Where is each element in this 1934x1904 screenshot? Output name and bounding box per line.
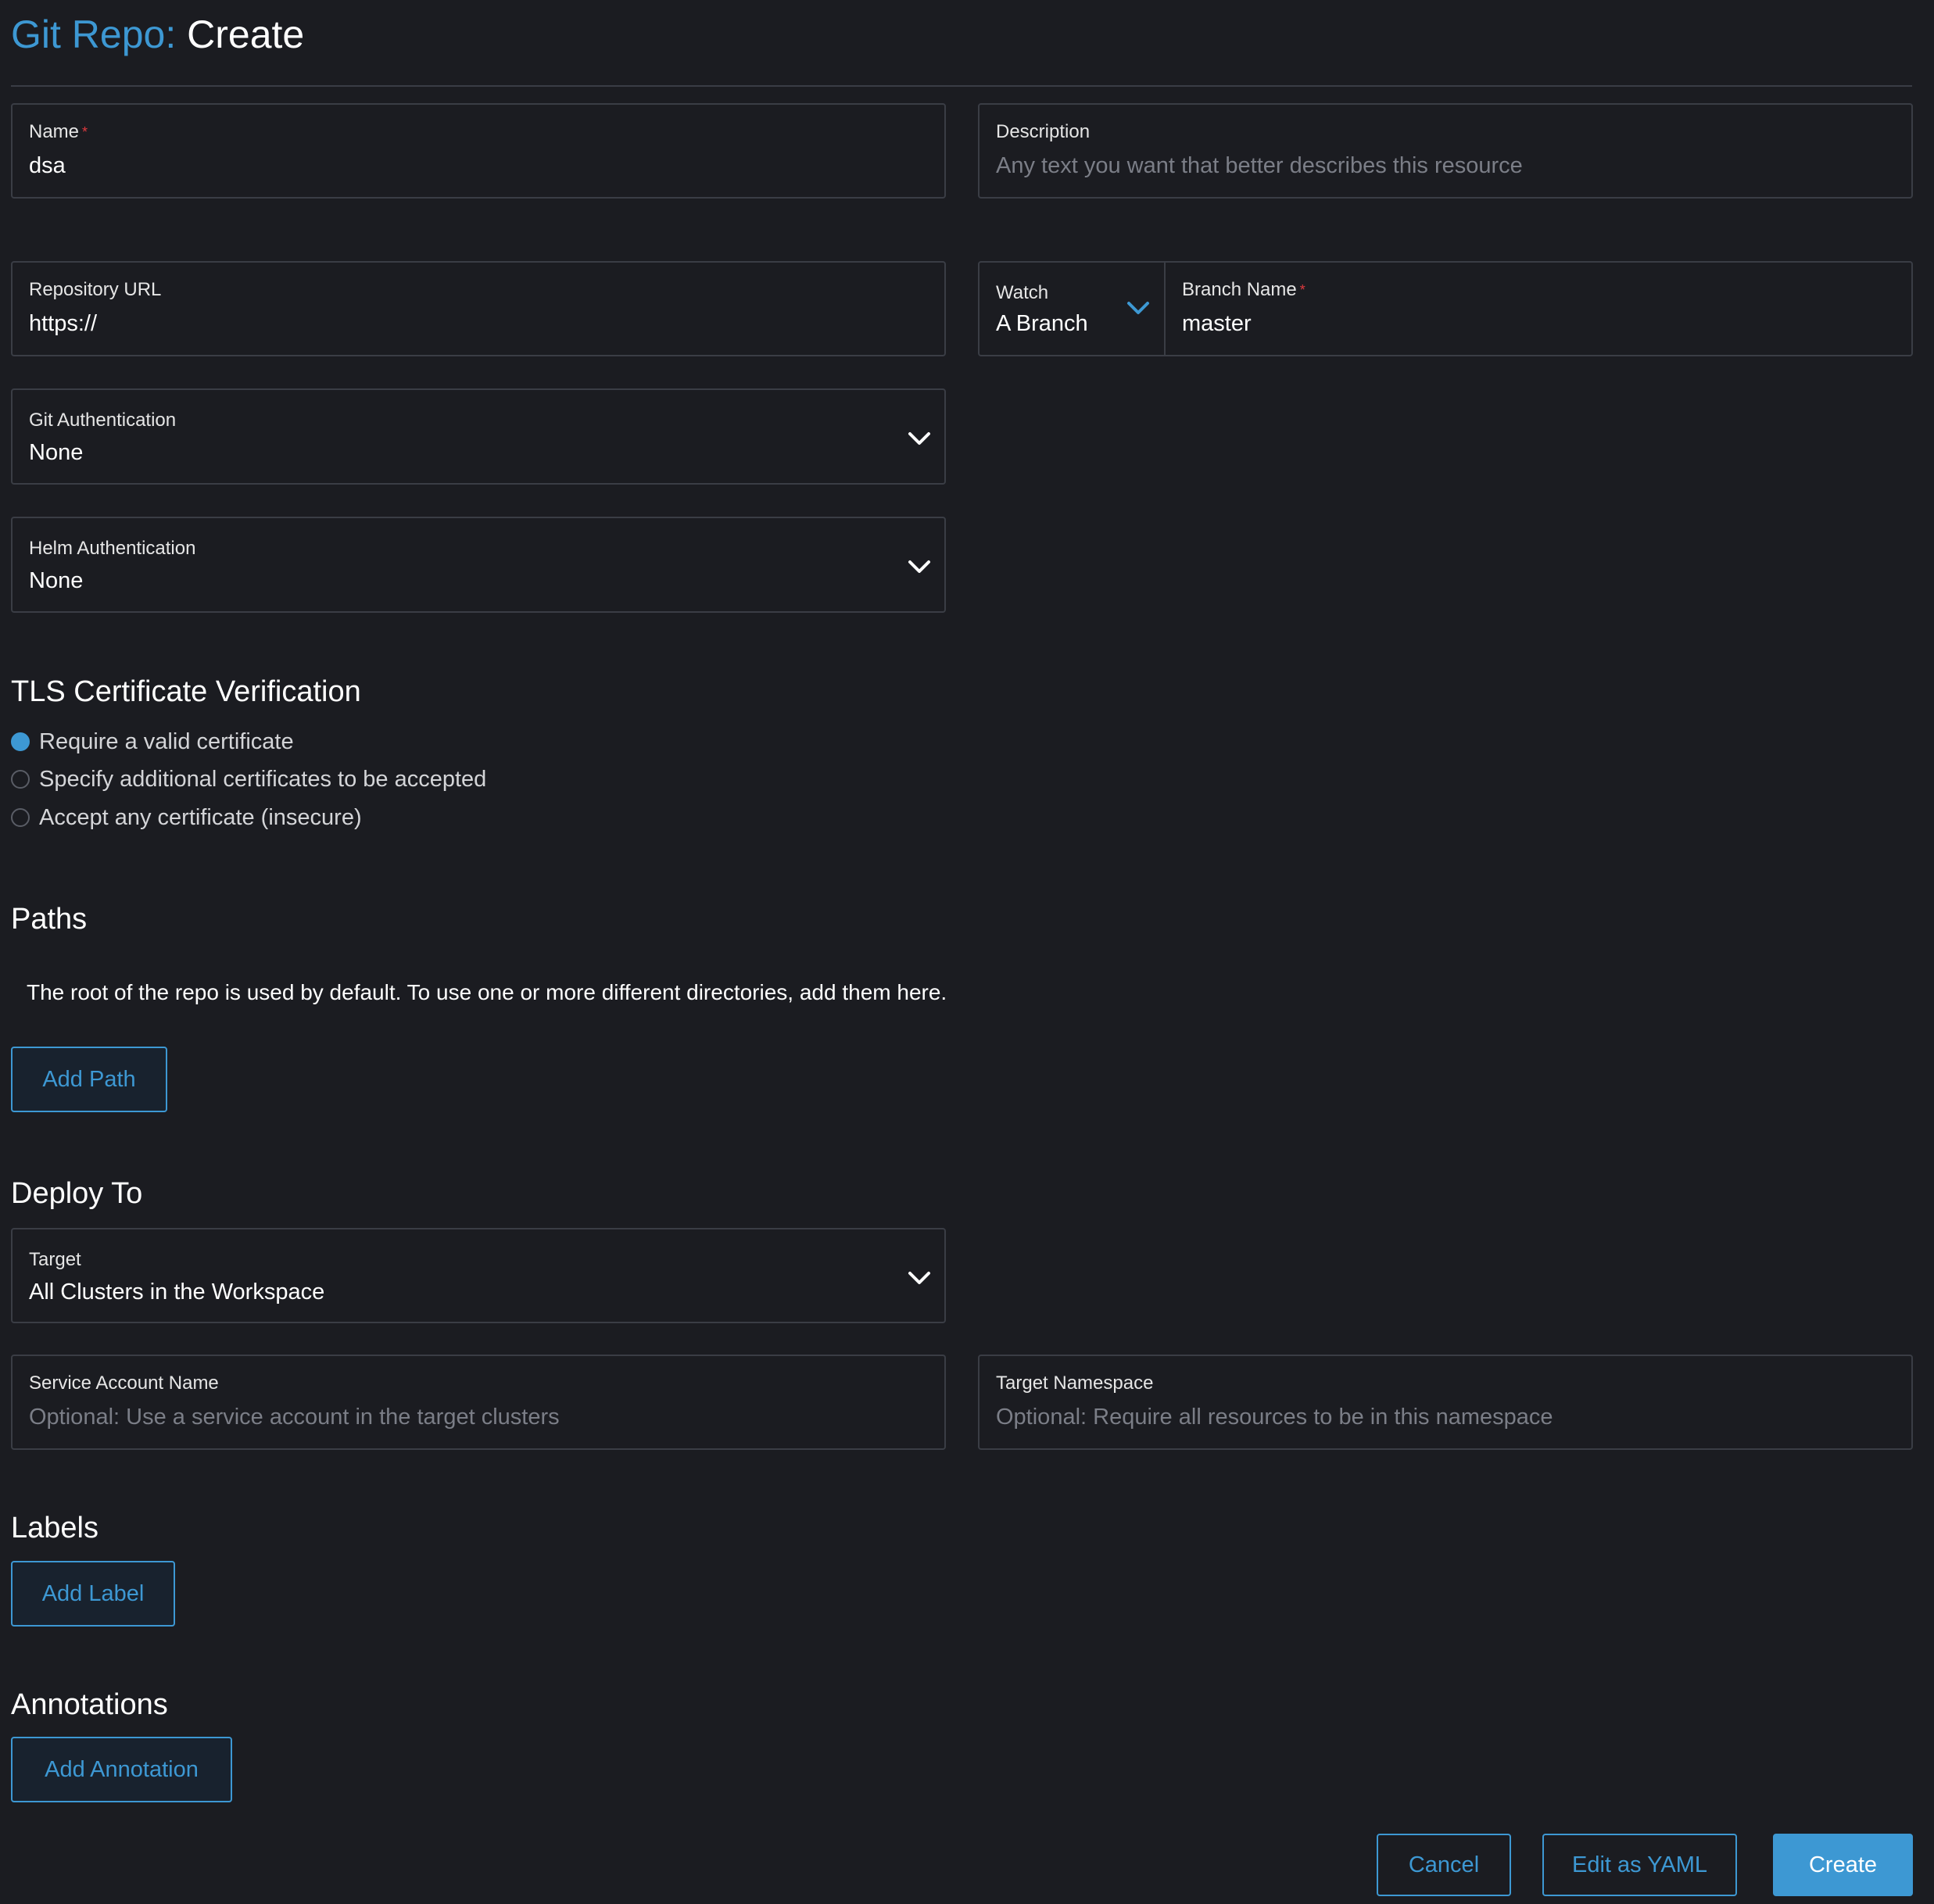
name-input[interactable] [29, 152, 914, 180]
watch-value: A Branch [996, 311, 1088, 336]
target-namespace-input[interactable] [996, 1403, 1881, 1431]
page-action: Create [187, 13, 305, 56]
paths-description: The root of the repo is used by default.… [27, 980, 947, 1004]
service-account-name-field[interactable]: Service Account Name [11, 1355, 946, 1450]
tls-section-title: TLS Certificate Verification [11, 675, 361, 708]
chevron-down-icon [1127, 302, 1149, 314]
helm-authentication-select[interactable]: Helm Authentication None [11, 517, 946, 613]
git-authentication-value: None [29, 440, 84, 465]
watch-branch-group: Watch A Branch Branch Name * [978, 261, 1913, 356]
service-account-name-label: Service Account Name [29, 1373, 219, 1394]
radio-label: Accept any certificate (insecure) [39, 804, 362, 830]
git-repo-create-page: Git Repo: Create Name* Description Repos… [0, 0, 1934, 1904]
target-label: Target [29, 1249, 81, 1270]
radio-checked-icon [11, 732, 30, 751]
radio-require-valid-certificate[interactable]: Require a valid certificate [11, 726, 294, 757]
service-account-name-input[interactable] [29, 1403, 914, 1431]
header-divider [11, 85, 1912, 87]
create-button[interactable]: Create [1773, 1834, 1913, 1896]
target-value: All Clusters in the Workspace [29, 1279, 325, 1305]
chevron-down-icon [908, 1272, 930, 1284]
branch-name-input[interactable] [1182, 310, 1881, 338]
labels-section-title: Labels [11, 1512, 98, 1544]
page-title: Git Repo: Create [11, 9, 304, 59]
add-annotation-button[interactable]: Add Annotation [11, 1737, 232, 1802]
radio-label: Require a valid certificate [39, 728, 294, 754]
watch-select[interactable]: Watch A Branch [980, 263, 1164, 355]
name-label: Name * [29, 121, 88, 142]
radio-unchecked-icon [11, 808, 30, 827]
required-mark: * [82, 124, 88, 140]
breadcrumb-git-repo[interactable]: Git Repo: [11, 13, 176, 56]
radio-label: Specify additional certificates to be ac… [39, 766, 487, 792]
radio-accept-any-certificate[interactable]: Accept any certificate (insecure) [11, 802, 362, 833]
git-authentication-label: Git Authentication [29, 410, 177, 431]
branch-name-label: Branch Name * [1182, 279, 1305, 300]
required-mark: * [1299, 282, 1305, 298]
chevron-down-icon [908, 560, 930, 573]
chevron-down-icon [908, 432, 930, 445]
add-path-button[interactable]: Add Path [11, 1047, 167, 1112]
add-label-button[interactable]: Add Label [11, 1561, 175, 1627]
git-authentication-select[interactable]: Git Authentication None [11, 388, 946, 485]
edit-as-yaml-button[interactable]: Edit as YAML [1542, 1834, 1737, 1896]
radio-unchecked-icon [11, 770, 30, 789]
repository-url-field[interactable]: Repository URL [11, 261, 946, 356]
paths-section-title: Paths [11, 903, 88, 936]
radio-specify-additional-certificates[interactable]: Specify additional certificates to be ac… [11, 764, 486, 795]
deploy-to-section-title: Deploy To [11, 1177, 143, 1210]
annotations-section-title: Annotations [11, 1688, 168, 1721]
target-namespace-label: Target Namespace [996, 1373, 1154, 1394]
description-label: Description [996, 121, 1091, 142]
branch-name-field[interactable]: Branch Name * [1166, 263, 1911, 355]
watch-label: Watch [996, 282, 1049, 303]
repository-url-input[interactable] [29, 310, 914, 338]
helm-authentication-label: Helm Authentication [29, 538, 196, 559]
description-input[interactable] [996, 152, 1881, 180]
cancel-button[interactable]: Cancel [1377, 1834, 1511, 1896]
description-field[interactable]: Description [978, 103, 1913, 199]
target-namespace-field[interactable]: Target Namespace [978, 1355, 1913, 1450]
name-field[interactable]: Name * [11, 103, 946, 199]
repository-url-label: Repository URL [29, 279, 162, 300]
helm-authentication-value: None [29, 568, 84, 593]
target-select[interactable]: Target All Clusters in the Workspace [11, 1228, 946, 1323]
